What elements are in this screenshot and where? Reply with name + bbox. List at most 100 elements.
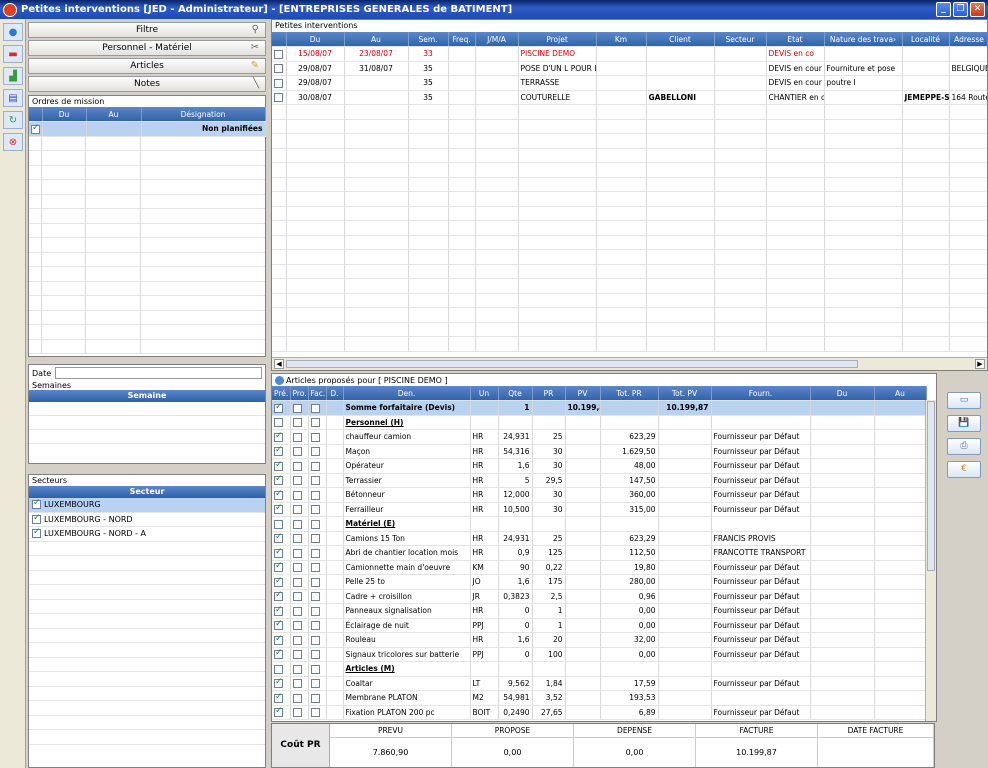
notes-button[interactable]: Notes ╲ — [28, 76, 266, 92]
fac-checkbox[interactable] — [310, 664, 320, 674]
fac-checkbox[interactable] — [310, 505, 320, 514]
header-d[interactable]: D. — [326, 386, 344, 401]
header-projet[interactable]: Projet — [518, 32, 597, 47]
pre-checkbox[interactable] — [274, 547, 283, 558]
pro-checkbox[interactable] — [292, 505, 302, 514]
row-checkbox[interactable] — [274, 64, 283, 73]
horizontal-scrollbar[interactable]: ◀ ▶ — [272, 357, 987, 370]
row-checkbox[interactable] — [31, 123, 40, 134]
pro-checkbox[interactable] — [292, 635, 302, 645]
section-row[interactable]: Personnel (H) — [272, 415, 927, 430]
row-checkbox[interactable] — [274, 49, 283, 59]
close-button[interactable]: ✕ — [970, 2, 985, 17]
table-row[interactable]: Non planifiées — [29, 121, 266, 137]
secteur-checkbox[interactable] — [32, 498, 41, 510]
table-row[interactable]: MaçonHR54,31630 1.629,50 Fournisseur par D… — [272, 444, 927, 459]
table-row[interactable]: Panneaux signalisationHR01 0,00 Fournisseu… — [272, 603, 927, 619]
pre-checkbox[interactable] — [274, 619, 283, 630]
pro-checkbox[interactable] — [292, 621, 302, 630]
section-row[interactable]: Articles (M) — [272, 661, 927, 677]
pre-checkbox[interactable] — [274, 519, 283, 529]
secteur-checkbox[interactable] — [32, 513, 41, 524]
header-au[interactable]: Au — [874, 386, 927, 401]
fac-checkbox[interactable] — [310, 650, 320, 659]
row-checkbox[interactable] — [274, 93, 283, 102]
header-pr[interactable]: PR — [532, 386, 566, 401]
fac-checkbox[interactable] — [310, 635, 320, 645]
header-localite[interactable]: Localité — [902, 32, 950, 47]
pre-checkbox[interactable] — [274, 532, 283, 543]
pro-checkbox[interactable] — [292, 476, 302, 485]
table-row[interactable]: Fixation PLATON 200 pcBOIT0,249027,65 6,8… — [272, 705, 927, 720]
header-secteur[interactable]: Secteur — [714, 32, 767, 47]
fac-checkbox[interactable] — [310, 592, 320, 601]
pro-checkbox[interactable] — [292, 447, 302, 456]
pre-checkbox[interactable] — [274, 706, 283, 717]
pre-checkbox[interactable] — [274, 460, 283, 471]
scroll-thumb[interactable] — [286, 360, 858, 368]
fac-checkbox[interactable] — [310, 679, 320, 688]
table-row[interactable]: FerrailleurHR10,50030 315,00 Fournisseur p… — [272, 502, 927, 517]
save-button[interactable]: 💾 — [947, 415, 981, 432]
semaine-header[interactable]: Semaine — [29, 390, 265, 402]
table-row[interactable]: Membrane PLATONM254,9813,52 193,53 — [272, 690, 927, 706]
fac-checkbox[interactable] — [310, 548, 320, 558]
eraser-icon[interactable]: ▬ — [3, 45, 23, 63]
secteur-item[interactable]: LUXEMBOURG - NORD — [29, 513, 265, 527]
minimize-button[interactable]: _ — [936, 2, 951, 17]
header-sem[interactable]: Sem. — [408, 32, 449, 47]
row-checkbox[interactable] — [274, 78, 283, 88]
secteur-item[interactable]: LUXEMBOURG - NORD - A — [29, 527, 265, 542]
pre-checkbox[interactable] — [274, 677, 283, 688]
pre-checkbox[interactable] — [274, 474, 283, 485]
pro-checkbox[interactable] — [292, 490, 302, 500]
fac-checkbox[interactable] — [310, 476, 320, 485]
restore-button[interactable]: ❐ — [953, 2, 968, 17]
fac-checkbox[interactable] — [310, 519, 320, 529]
header-adresse[interactable]: Adresse — [949, 32, 987, 47]
pro-checkbox[interactable] — [292, 418, 302, 427]
header-pv[interactable]: PV — [565, 386, 601, 401]
vertical-scrollbar[interactable] — [925, 400, 936, 721]
header-du[interactable]: Du — [286, 32, 345, 47]
fac-checkbox[interactable] — [310, 490, 320, 500]
pro-checkbox[interactable] — [292, 563, 302, 572]
table-row[interactable]: OpérateurHR1,630 48,00 Fournisseur par Déf… — [272, 458, 927, 474]
fac-checkbox[interactable] — [310, 432, 320, 442]
table-row[interactable]: Abri de chantier location moisHR0,9125 11… — [272, 545, 927, 561]
pro-checkbox[interactable] — [292, 708, 302, 717]
pre-checkbox[interactable] — [274, 576, 283, 587]
table-row[interactable]: 29/08/07 35 TERRASSE DEVIS en cour poutre I — [272, 75, 987, 91]
header-fourn[interactable]: Fourn. — [711, 386, 811, 401]
fac-checkbox[interactable] — [310, 621, 320, 630]
filtre-button[interactable]: Filtre ⚲ — [28, 22, 266, 38]
table-row[interactable]: Pelle 25 toJO1,6175 280,00 Fournisseur par… — [272, 574, 927, 590]
table-row[interactable]: 30/08/07 35 COUTURELLE GABELLONI CHANTIER en… — [272, 90, 987, 105]
table-row[interactable]: Camionnette main d'oeuvreKM900,22 19,80 Fo… — [272, 560, 927, 575]
header-den[interactable]: Den. — [343, 386, 471, 401]
table-row[interactable]: Camions 15 TonHR24,93125 623,29 FRANCIS PR… — [272, 531, 927, 546]
fac-checkbox[interactable] — [310, 606, 320, 616]
table-row[interactable]: 29/08/07 31/08/07 35 POSE D'UN L POUR L DEVI… — [272, 61, 987, 76]
header-totpr[interactable]: Tot. PR — [600, 386, 659, 401]
articles-button[interactable]: Articles ✎ — [28, 58, 266, 74]
header-au[interactable]: Au — [86, 107, 142, 122]
header-au[interactable]: Au — [344, 32, 409, 47]
pre-checkbox[interactable] — [274, 445, 283, 456]
header-un[interactable]: Un — [470, 386, 499, 401]
pre-checkbox[interactable] — [274, 634, 283, 645]
table-row[interactable]: RouleauHR1,620 32,00 Fournisseur par Défau… — [272, 632, 927, 648]
pro-checkbox[interactable] — [292, 461, 302, 471]
header-qte[interactable]: Qte — [498, 386, 533, 401]
pro-checkbox[interactable] — [292, 548, 302, 558]
table-row[interactable]: Éclairage de nuitPPJ01 0,00 Fournisseur pa… — [272, 618, 927, 633]
pro-checkbox[interactable] — [292, 650, 302, 659]
pro-checkbox[interactable] — [292, 592, 302, 601]
fac-checkbox[interactable] — [310, 447, 320, 456]
section-row[interactable]: Matériel (E) — [272, 516, 927, 532]
fac-checkbox[interactable] — [310, 461, 320, 471]
pre-checkbox[interactable] — [274, 664, 283, 674]
new-button[interactable]: ▭ — [947, 392, 981, 409]
document-icon[interactable]: ▤ — [3, 89, 23, 107]
table-row[interactable]: BétonneurHR12,00030 360,00 Fournisseur par… — [272, 487, 927, 503]
